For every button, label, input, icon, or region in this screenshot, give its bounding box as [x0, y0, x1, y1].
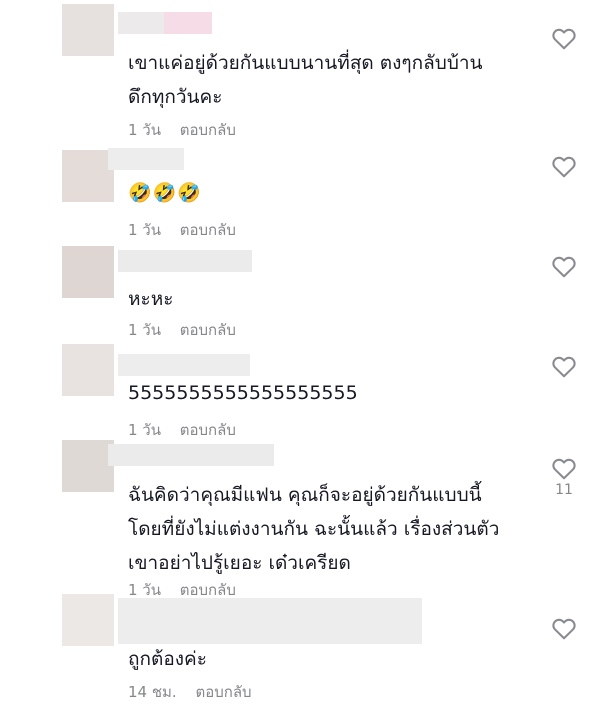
- comment-meta: 1 วัน ตอบกลับ: [128, 218, 236, 242]
- avatar[interactable]: [62, 344, 114, 396]
- reply-button[interactable]: ตอบกลับ: [180, 421, 236, 439]
- avatar[interactable]: [62, 594, 114, 646]
- reply-button[interactable]: ตอบกลับ: [180, 221, 236, 239]
- heart-outline-icon: [552, 458, 576, 480]
- heart-outline-icon: [552, 356, 576, 378]
- comment-time: 1 วัน: [128, 421, 161, 439]
- heart-outline-icon: [552, 618, 576, 640]
- comment-text: 5555555555555555555: [128, 382, 358, 404]
- avatar[interactable]: [62, 4, 114, 56]
- like-button[interactable]: [549, 616, 579, 642]
- username-blurred[interactable]: [118, 250, 252, 272]
- username-blurred[interactable]: [164, 12, 212, 34]
- comment-time: 1 วัน: [128, 221, 161, 239]
- like-button[interactable]: [549, 26, 579, 52]
- comment-text: ฉันคิดว่าคุณมีแฟน คุณก็จะอยู่ด้วยกันแบบน…: [128, 484, 500, 574]
- comment-text: 🤣🤣🤣: [128, 182, 202, 204]
- username-blurred[interactable]: [118, 598, 422, 644]
- like-button[interactable]: 11: [549, 456, 579, 498]
- reply-button[interactable]: ตอบกลับ: [180, 121, 236, 139]
- username-blurred[interactable]: [108, 148, 184, 170]
- username-blurred[interactable]: [108, 444, 274, 466]
- heart-outline-icon: [552, 156, 576, 178]
- avatar[interactable]: [62, 440, 114, 492]
- heart-outline-icon: [552, 28, 576, 50]
- comment-time: 14 ชม.: [128, 683, 177, 701]
- username-blurred[interactable]: [118, 12, 164, 34]
- username-blurred[interactable]: [118, 354, 250, 376]
- avatar[interactable]: [62, 246, 114, 298]
- comment-text: เขาแค่อยู่ด้วยกันแบบนานที่สุด ตงๆกลับบ้า…: [128, 52, 483, 108]
- like-button[interactable]: [549, 154, 579, 180]
- comment-time: 1 วัน: [128, 581, 161, 599]
- like-count: 11: [555, 482, 573, 498]
- comment-time: 1 วัน: [128, 321, 161, 339]
- comment-meta: 1 วัน ตอบกลับ: [128, 418, 236, 442]
- reply-button[interactable]: ตอบกลับ: [180, 321, 236, 339]
- comment-text: หะหะ: [128, 288, 174, 310]
- heart-outline-icon: [552, 256, 576, 278]
- reply-button[interactable]: ตอบกลับ: [180, 581, 236, 599]
- like-button[interactable]: [549, 354, 579, 380]
- comment-meta: 1 วัน ตอบกลับ: [128, 318, 236, 342]
- comment-meta: 1 วัน ตอบกลับ: [128, 118, 236, 142]
- comment-time: 1 วัน: [128, 121, 161, 139]
- reply-button[interactable]: ตอบกลับ: [195, 683, 251, 701]
- comment-meta: 14 ชม. ตอบกลับ: [128, 680, 252, 704]
- avatar[interactable]: [62, 150, 114, 202]
- comment-text: ถูกต้องค่ะ: [128, 648, 207, 670]
- like-button[interactable]: [549, 254, 579, 280]
